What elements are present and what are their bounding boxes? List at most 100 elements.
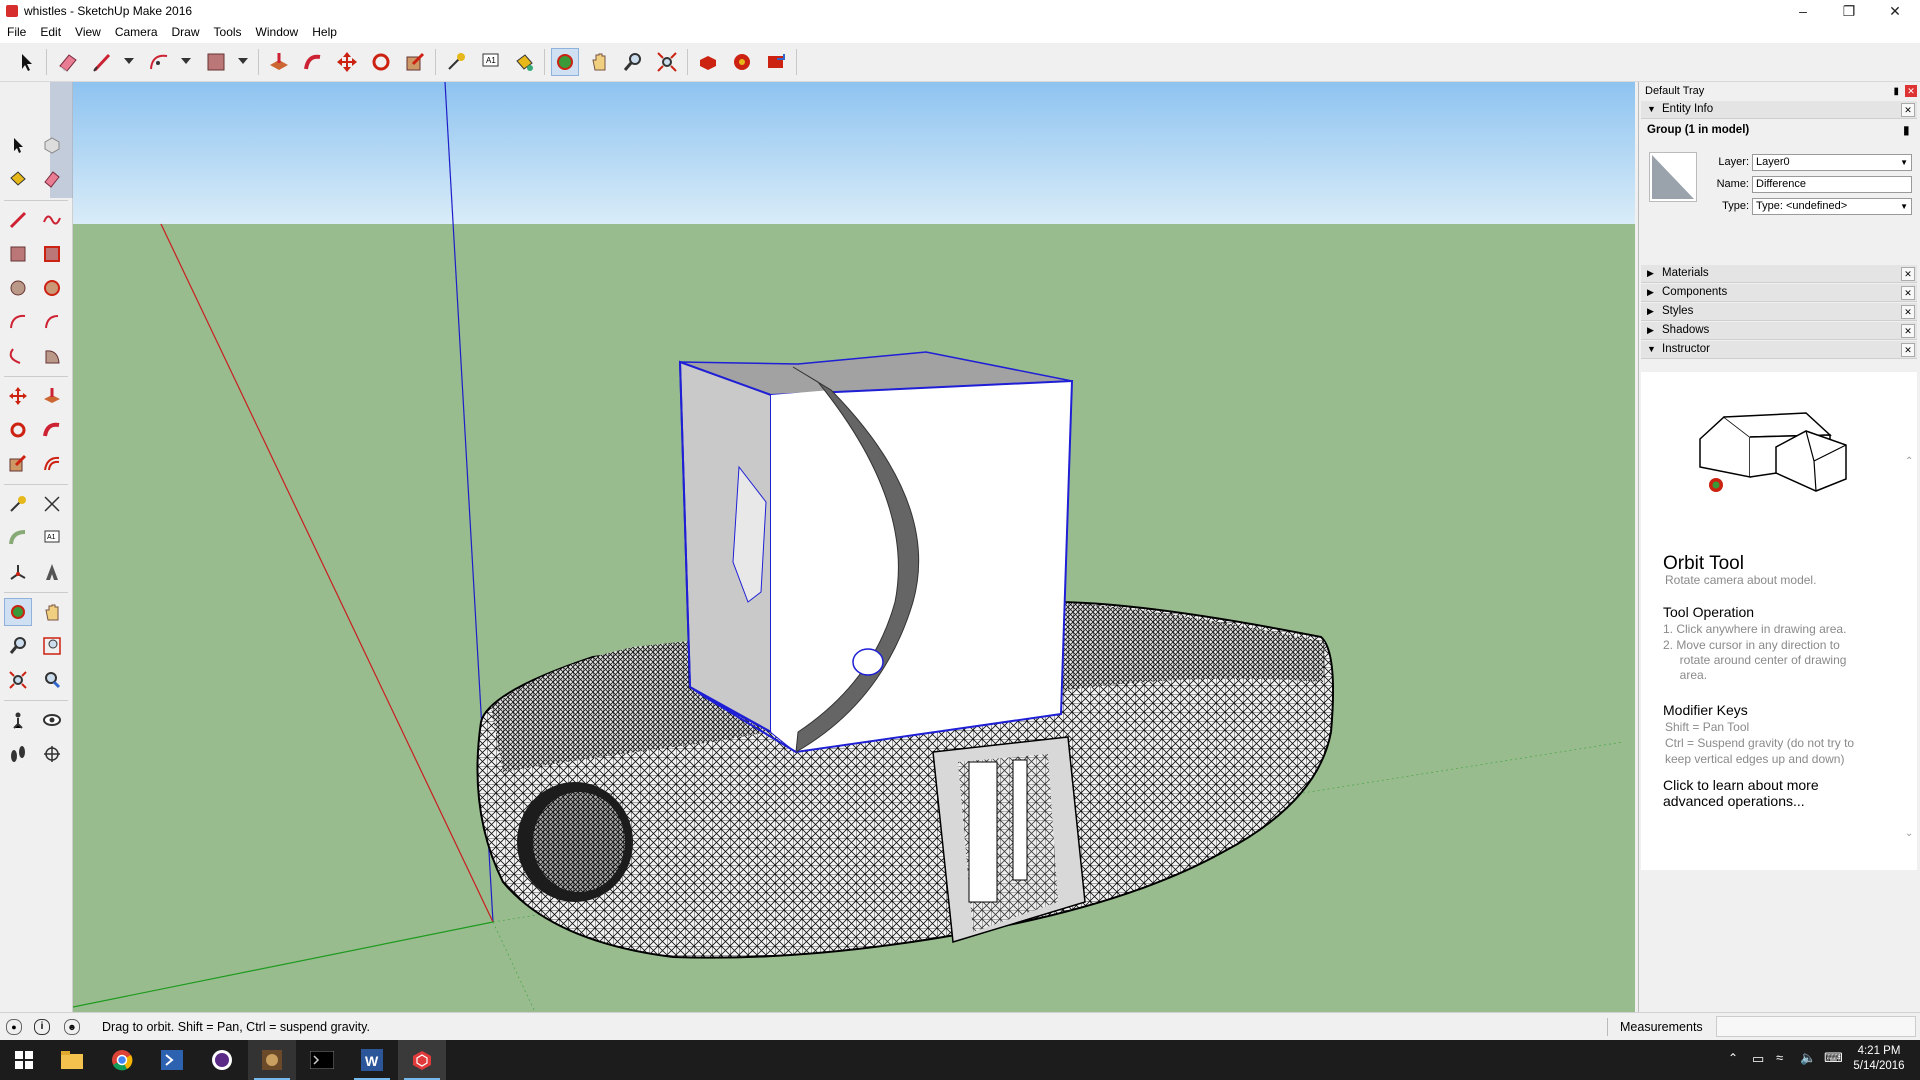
powershell-icon[interactable] bbox=[148, 1040, 196, 1080]
material-swatch[interactable] bbox=[1649, 152, 1697, 202]
push-pull-icon[interactable] bbox=[38, 382, 66, 410]
measurements-input[interactable] bbox=[1716, 1016, 1916, 1037]
position-camera-icon[interactable] bbox=[4, 706, 32, 734]
close-panel-icon[interactable]: ✕ bbox=[1901, 324, 1915, 338]
push-pull-tool-icon[interactable] bbox=[265, 48, 293, 76]
arc-tool-dropdown-icon[interactable] bbox=[181, 58, 191, 64]
pie-tool-icon[interactable] bbox=[38, 342, 66, 370]
polygon-tool-icon[interactable] bbox=[38, 274, 66, 302]
protractor-icon[interactable] bbox=[4, 524, 32, 552]
paint-bucket-tool-icon[interactable] bbox=[510, 48, 538, 76]
geo-location-icon[interactable]: ● bbox=[6, 1019, 22, 1035]
restore-button[interactable]: ❐ bbox=[1826, 0, 1872, 22]
scale-tool-icon[interactable] bbox=[4, 450, 32, 478]
close-panel-icon[interactable]: ✕ bbox=[1901, 343, 1915, 357]
styles-header[interactable]: ▶ Styles ✕ bbox=[1641, 303, 1917, 321]
freehand-tool-icon[interactable] bbox=[38, 206, 66, 234]
line-tool-dropdown-icon[interactable] bbox=[124, 58, 134, 64]
three-point-arc-icon[interactable] bbox=[4, 342, 32, 370]
name-input[interactable]: Difference bbox=[1752, 176, 1912, 193]
drawing-area[interactable] bbox=[73, 82, 1635, 1012]
pan-tool-icon[interactable] bbox=[585, 48, 613, 76]
menu-camera[interactable]: Camera bbox=[108, 22, 165, 39]
rectangle-tool-icon[interactable] bbox=[4, 240, 32, 268]
game-app-icon[interactable] bbox=[248, 1040, 296, 1080]
close-window-button[interactable]: ✕ bbox=[1872, 0, 1918, 22]
text-tool-icon[interactable]: A1 bbox=[38, 524, 66, 552]
terminal-icon[interactable] bbox=[298, 1040, 346, 1080]
zoom-tool-icon[interactable] bbox=[4, 632, 32, 660]
menu-tools[interactable]: Tools bbox=[207, 22, 249, 39]
layer-select[interactable]: Layer0 ▼ bbox=[1752, 154, 1912, 171]
chrome-icon[interactable] bbox=[98, 1040, 146, 1080]
menu-draw[interactable]: Draw bbox=[165, 22, 207, 39]
pin-icon[interactable]: ▮ bbox=[1893, 83, 1899, 100]
menu-window[interactable]: Window bbox=[249, 22, 306, 39]
previous-view-icon[interactable] bbox=[38, 666, 66, 694]
two-point-arc-icon[interactable] bbox=[38, 308, 66, 336]
orbit-tool-icon[interactable] bbox=[4, 598, 32, 626]
materials-header[interactable]: ▶ Materials ✕ bbox=[1641, 265, 1917, 283]
axes-tool-icon[interactable] bbox=[4, 558, 32, 586]
tray-close-icon[interactable]: ✕ bbox=[1905, 85, 1917, 97]
wifi-icon[interactable]: ≈ bbox=[1776, 1050, 1783, 1065]
word-icon[interactable]: W bbox=[348, 1040, 396, 1080]
section-plane-icon[interactable] bbox=[38, 740, 66, 768]
line-tool-icon[interactable] bbox=[4, 206, 32, 234]
extension-warehouse-icon[interactable] bbox=[762, 48, 790, 76]
tape-measure-tool-icon[interactable] bbox=[442, 48, 470, 76]
pan-tool-icon[interactable] bbox=[38, 598, 66, 626]
orbit-tool-icon[interactable] bbox=[551, 48, 579, 76]
menu-file[interactable]: File bbox=[0, 22, 33, 39]
components-header[interactable]: ▶ Components ✕ bbox=[1641, 284, 1917, 302]
rectangle-tool-dropdown-icon[interactable] bbox=[238, 58, 248, 64]
dimension-tool-icon[interactable] bbox=[38, 490, 66, 518]
close-panel-icon[interactable]: ✕ bbox=[1901, 305, 1915, 319]
arc-tool-icon[interactable] bbox=[4, 308, 32, 336]
scale-tool-icon[interactable] bbox=[401, 48, 429, 76]
eraser-tool-icon[interactable] bbox=[54, 48, 82, 76]
follow-me-tool-icon[interactable] bbox=[299, 48, 327, 76]
clock[interactable]: 4:21 PM 5/14/2016 bbox=[1850, 1044, 1908, 1074]
rotated-rectangle-icon[interactable] bbox=[38, 240, 66, 268]
zoom-window-icon[interactable] bbox=[38, 632, 66, 660]
close-panel-icon[interactable]: ✕ bbox=[1901, 103, 1915, 117]
sign-in-icon[interactable]: ☻ bbox=[64, 1019, 80, 1035]
arc-tool-icon[interactable] bbox=[145, 48, 173, 76]
share-component-icon[interactable] bbox=[728, 48, 756, 76]
move-tool-icon[interactable] bbox=[4, 382, 32, 410]
scroll-down-icon[interactable]: ⌄ bbox=[1905, 828, 1913, 839]
rotate-tool-icon[interactable] bbox=[367, 48, 395, 76]
offset-tool-icon[interactable] bbox=[38, 450, 66, 478]
rectangle-tool-icon[interactable] bbox=[202, 48, 230, 76]
move-tool-icon[interactable] bbox=[333, 48, 361, 76]
advanced-operations-link[interactable]: Click to learn about more advanced opera… bbox=[1663, 777, 1819, 809]
select-tool-icon[interactable] bbox=[12, 48, 40, 76]
zoom-extents-tool-icon[interactable] bbox=[653, 48, 681, 76]
keyboard-icon[interactable]: ⌨ bbox=[1824, 1050, 1843, 1066]
purple-app-icon[interactable] bbox=[198, 1040, 246, 1080]
type-select[interactable]: Type: <undefined> ▼ bbox=[1752, 198, 1912, 215]
credits-icon[interactable]: i bbox=[34, 1019, 50, 1035]
instructor-header[interactable]: ▼ Instructor ✕ bbox=[1641, 341, 1917, 359]
zoom-extents-icon[interactable] bbox=[4, 666, 32, 694]
start-button-icon[interactable] bbox=[0, 1040, 48, 1080]
close-panel-icon[interactable]: ✕ bbox=[1901, 267, 1915, 281]
tray-chevron-icon[interactable]: ⌃ bbox=[1728, 1051, 1738, 1065]
close-panel-icon[interactable]: ✕ bbox=[1901, 286, 1915, 300]
file-explorer-icon[interactable] bbox=[48, 1040, 96, 1080]
menu-help[interactable]: Help bbox=[305, 22, 344, 39]
shadows-header[interactable]: ▶ Shadows ✕ bbox=[1641, 322, 1917, 340]
circle-tool-icon[interactable] bbox=[4, 274, 32, 302]
battery-icon[interactable]: ▭ bbox=[1752, 1051, 1764, 1067]
text-tool-icon[interactable]: A1 bbox=[476, 48, 504, 76]
paint-bucket-icon[interactable] bbox=[4, 165, 32, 193]
minimize-button[interactable]: – bbox=[1780, 0, 1826, 22]
3d-warehouse-icon[interactable] bbox=[694, 48, 722, 76]
look-around-icon[interactable] bbox=[38, 706, 66, 734]
tape-measure-icon[interactable] bbox=[4, 490, 32, 518]
walk-tool-icon[interactable] bbox=[4, 740, 32, 768]
make-component-icon[interactable] bbox=[38, 131, 66, 159]
select-tool-icon[interactable] bbox=[4, 131, 32, 159]
volume-icon[interactable]: 🔈 bbox=[1800, 1050, 1816, 1066]
